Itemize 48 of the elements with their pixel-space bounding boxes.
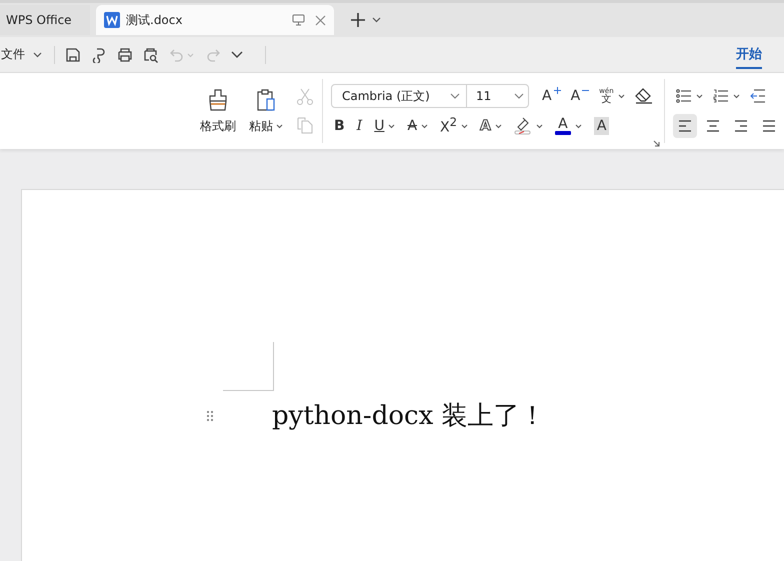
writer-icon <box>104 12 120 28</box>
minus-icon <box>582 87 590 94</box>
chevron-icon <box>732 94 740 98</box>
chevron-icon <box>494 124 502 128</box>
document-tab[interactable]: 测试.docx <box>96 5 334 35</box>
monitor-icon[interactable] <box>292 14 305 26</box>
chevron-icon[interactable] <box>372 17 381 23</box>
ribbon-tab[interactable]: 开始 <box>736 40 762 68</box>
brush-icon[interactable] <box>91 46 107 62</box>
chevron-icon <box>536 124 543 128</box>
chevron-icon <box>574 124 582 128</box>
super-button[interactable]: X$^{2}$ <box>437 114 472 138</box>
document-tab[interactable]: WPS Office <box>0 5 90 35</box>
drag-handle-icon[interactable] <box>206 410 214 422</box>
italic-button[interactable]: I <box>354 114 366 138</box>
save-icon[interactable] <box>65 46 81 62</box>
chevron-icon <box>461 124 468 128</box>
chevron-icon <box>33 52 42 58</box>
effect-button[interactable]: A <box>477 114 505 138</box>
margin-corner-mark <box>223 342 274 391</box>
align-left-button[interactable] <box>672 114 697 138</box>
grow-font-button[interactable]: A <box>539 84 564 108</box>
numbered-list-icon <box>712 89 729 103</box>
chevron-icon[interactable] <box>231 50 243 58</box>
print-preview-icon[interactable] <box>143 46 159 62</box>
chevron-icon <box>421 124 428 128</box>
eraser-icon <box>634 88 653 104</box>
close-icon[interactable] <box>315 14 326 26</box>
add-tab-icon[interactable] <box>350 12 366 28</box>
strike-button[interactable]: A <box>404 114 432 138</box>
document-text: python-docx 装上了！ <box>272 400 546 433</box>
chevron-icon <box>388 124 396 128</box>
shrink-font-button[interactable]: A <box>568 84 592 108</box>
print-icon[interactable] <box>117 46 133 62</box>
bold-button[interactable]: B <box>331 114 348 138</box>
underline-button[interactable]: U <box>371 114 398 138</box>
dialog-launcher-icon[interactable] <box>652 140 660 147</box>
chevron-icon <box>618 94 625 98</box>
outdent-icon <box>750 89 766 103</box>
format-painter-button[interactable]: 格式刷 <box>196 88 240 134</box>
chevron-icon <box>276 124 283 128</box>
chevron-icon <box>696 94 703 98</box>
color-button[interactable]: A <box>552 114 585 138</box>
file-menu[interactable]: 文件 <box>1 46 42 63</box>
plus-icon <box>554 87 561 94</box>
highlighter-icon <box>514 117 532 135</box>
paste-button[interactable]: 粘贴 <box>244 88 288 134</box>
bullet-list-icon <box>676 89 692 103</box>
